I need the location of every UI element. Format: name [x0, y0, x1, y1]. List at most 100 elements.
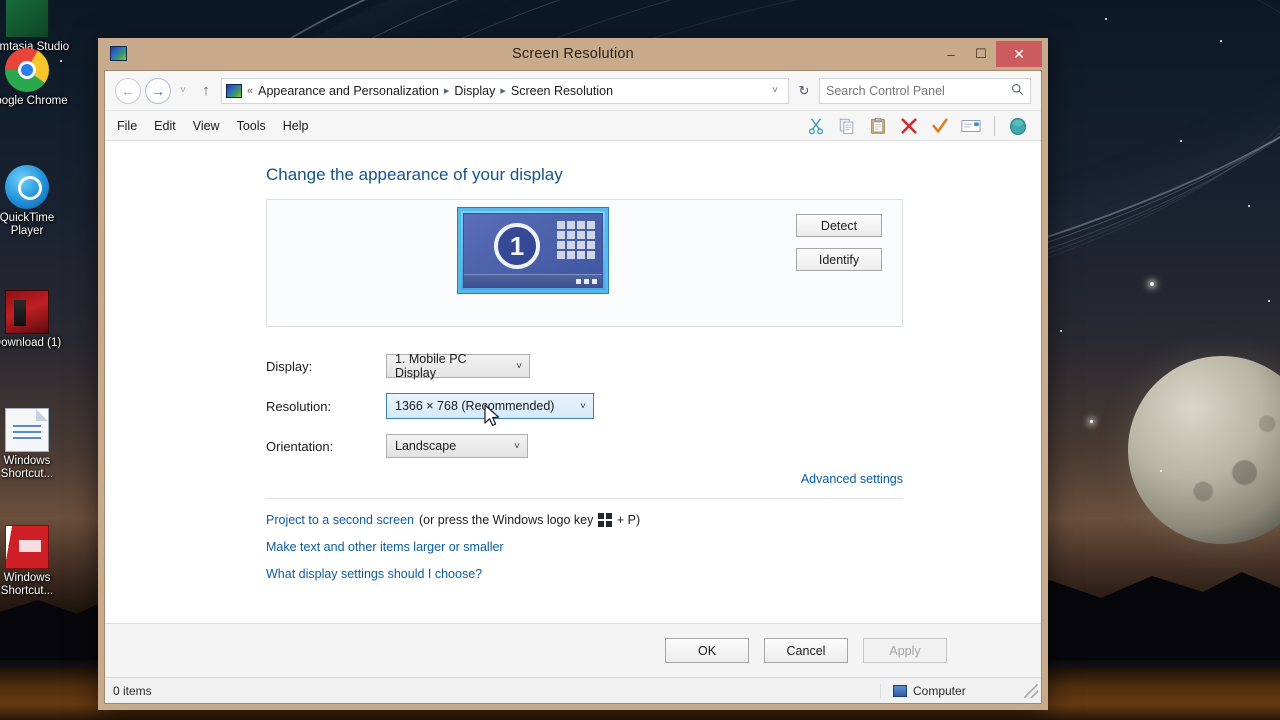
breadcrumb[interactable]: « Appearance and Personalization ▸ Displ…: [221, 77, 789, 104]
status-items-count: 0 items: [105, 683, 881, 698]
monitor-preview[interactable]: 1: [458, 208, 608, 293]
up-button[interactable]: ↑: [195, 82, 217, 99]
chevron-right-icon: ▸: [500, 85, 506, 97]
breadcrumb-item-screen-resolution[interactable]: Screen Resolution: [511, 84, 613, 98]
star: [1248, 205, 1250, 207]
preview-taskbar: [464, 274, 602, 287]
field-row-resolution: Resolution: 1366 × 768 (Recommended) ˅: [266, 386, 1041, 426]
breadcrumb-item-appearance[interactable]: Appearance and Personalization: [258, 84, 439, 98]
window-client-area: ← → ˅ ↑ « Appearance and Personalization…: [104, 70, 1042, 704]
star: [1090, 420, 1093, 423]
resolution-select[interactable]: 1366 × 768 (Recommended) ˅: [386, 393, 594, 419]
advanced-settings-row: Advanced settings: [266, 472, 903, 486]
display-settings-fields: Display: 1. Mobile PC Display ˅ Resoluti…: [266, 346, 1041, 466]
orientation-select-value: Landscape: [395, 439, 457, 453]
control-panel-icon: [226, 83, 242, 98]
forward-button[interactable]: →: [145, 77, 171, 104]
project-to-second-screen-link[interactable]: Project to a second screen: [266, 513, 414, 527]
status-location-label: Computer: [913, 683, 966, 698]
search-input[interactable]: [826, 83, 1011, 98]
desktop-icon-grid: [557, 221, 595, 259]
orientation-select[interactable]: Landscape ˅: [386, 434, 528, 458]
menu-item-help[interactable]: Help: [283, 119, 320, 133]
help-links: Project to a second screen (or press the…: [266, 513, 1041, 581]
window-controls: – ☐ ✕: [936, 41, 1042, 67]
window-titlebar[interactable]: Screen Resolution – ☐ ✕: [104, 38, 1042, 70]
refresh-icon[interactable]: ↻: [793, 83, 815, 99]
star: [1180, 140, 1182, 142]
cancel-button[interactable]: Cancel: [764, 638, 848, 663]
chevron-down-icon[interactable]: ˅: [766, 85, 784, 96]
screen-resolution-window: Screen Resolution – ☐ ✕ ← → ˅ ↑ « Appear…: [98, 38, 1048, 710]
monitor-screen: 1: [463, 213, 603, 288]
quicktime-icon: [5, 165, 49, 209]
desktop-icon-label: Download (1): [0, 337, 62, 349]
detect-button[interactable]: Detect: [796, 214, 882, 237]
desktop-icon-windows-doc[interactable]: Windows Shortcut...: [0, 408, 70, 481]
maximize-button[interactable]: ☐: [966, 41, 996, 67]
project-hint-pre: (or press the Windows logo key: [419, 513, 594, 527]
history-dropdown-icon[interactable]: ˅: [175, 85, 191, 96]
chevron-down-icon[interactable]: ˅: [507, 441, 527, 452]
book-icon: [5, 525, 49, 569]
display-preview-panel: 1 Detect Identify: [266, 199, 903, 327]
desktop-icon-quicktime[interactable]: QuickTime Player: [0, 165, 70, 238]
page-body: Change the appearance of your display 1: [105, 141, 1041, 623]
cut-icon[interactable]: [805, 115, 827, 137]
camtasia-icon: [5, 0, 49, 38]
identify-button[interactable]: Identify: [796, 248, 882, 271]
menu-bar: File Edit View Tools Help: [105, 111, 1041, 141]
help-icon[interactable]: [1007, 115, 1029, 137]
display-select[interactable]: 1. Mobile PC Display ˅: [386, 352, 530, 380]
menu-item-file[interactable]: File: [117, 119, 148, 133]
resolution-label: Resolution:: [266, 398, 332, 414]
chevron-right-icon: ▸: [443, 85, 450, 97]
paste-icon[interactable]: [867, 115, 889, 137]
desktop-icon-windows-book[interactable]: Windows Shortcut...: [0, 525, 70, 598]
project-second-screen-line: Project to a second screen (or press the…: [266, 513, 1041, 527]
make-text-larger-link[interactable]: Make text and other items larger or smal…: [266, 540, 1041, 554]
close-button[interactable]: ✕: [996, 41, 1042, 67]
search-box[interactable]: [819, 77, 1031, 104]
windows-logo-key-icon: [598, 513, 612, 527]
menu-item-edit[interactable]: Edit: [154, 119, 187, 133]
resize-grip[interactable]: [1024, 683, 1038, 698]
copy-icon[interactable]: [836, 115, 858, 137]
download-icon: [5, 290, 49, 334]
chrome-icon: [5, 48, 49, 92]
resolution-select-value: 1366 × 768 (Recommended): [395, 399, 555, 413]
email-icon[interactable]: [960, 115, 982, 137]
what-display-settings-link[interactable]: What display settings should I choose?: [266, 567, 1041, 581]
star: [1060, 330, 1062, 332]
dialog-footer: OK Cancel Apply: [105, 623, 1041, 677]
breadcrumb-prefix: «: [247, 84, 254, 97]
desktop-icon-label: Windows Shortcut...: [0, 455, 54, 480]
chevron-down-icon[interactable]: ˅: [573, 401, 593, 412]
computer-icon: [893, 684, 907, 697]
moon: [1128, 356, 1280, 544]
breadcrumb-item-display[interactable]: Display: [454, 84, 495, 98]
star: [1220, 40, 1222, 42]
delete-icon[interactable]: [898, 115, 920, 137]
minimize-button[interactable]: –: [936, 41, 966, 67]
advanced-settings-link[interactable]: Advanced settings: [801, 472, 903, 486]
confirm-icon[interactable]: [929, 115, 951, 137]
menu-item-tools[interactable]: Tools: [237, 119, 277, 133]
toolbar-separator: [994, 115, 995, 136]
address-bar: ← → ˅ ↑ « Appearance and Personalization…: [105, 71, 1041, 111]
window-title: Screen Resolution: [512, 46, 634, 62]
display-select-value: 1. Mobile PC Display: [395, 352, 467, 380]
desktop-icon-chrome[interactable]: Google Chrome: [0, 48, 70, 108]
project-hint-post: + P): [616, 513, 641, 527]
orientation-label: Orientation:: [266, 438, 334, 454]
desktop-icon-download[interactable]: Download (1): [0, 290, 70, 350]
star: [1150, 282, 1154, 286]
ok-button[interactable]: OK: [665, 638, 749, 663]
page-title: Change the appearance of your display: [266, 165, 563, 184]
search-icon[interactable]: [1011, 83, 1024, 99]
menu-item-view[interactable]: View: [193, 119, 231, 133]
chevron-down-icon[interactable]: ˅: [509, 361, 529, 372]
back-button[interactable]: ←: [115, 77, 141, 104]
star: [1105, 18, 1107, 20]
desktop-icon-label: Google Chrome: [0, 95, 68, 107]
